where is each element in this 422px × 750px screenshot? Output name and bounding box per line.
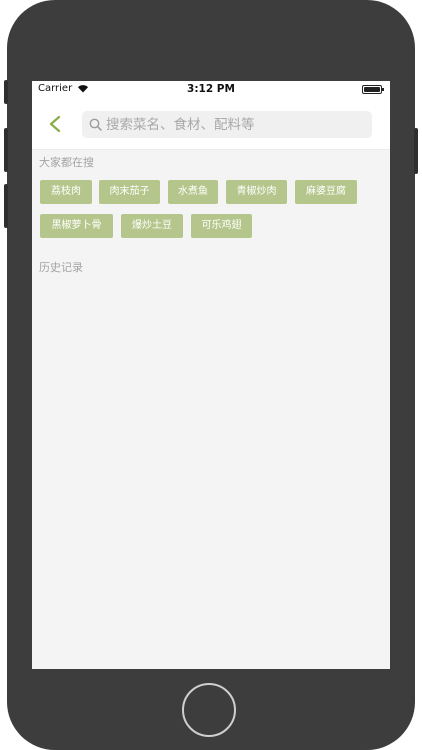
app-screen: Carrier 3:12 PM 大家都在搜 荔枝肉 肉末茄子 水煮鱼 青椒炒肉 … [32,81,390,669]
popular-tag[interactable]: 荔枝肉 [40,180,92,204]
popular-tag[interactable]: 可乐鸡翅 [191,214,252,238]
status-bar: Carrier 3:12 PM [32,81,390,99]
volume-down-button [4,184,8,228]
search-icon [89,118,102,131]
mute-switch [4,80,8,104]
chevron-left-icon[interactable] [46,114,64,134]
popular-tag[interactable]: 黑椒萝卜骨 [40,214,113,238]
search-bar[interactable] [82,111,372,138]
home-button[interactable] [182,683,236,737]
status-time: 3:12 PM [187,83,235,95]
popular-tag[interactable]: 水煮鱼 [168,180,218,204]
power-button [414,128,418,174]
volume-up-button [4,128,8,172]
popular-tag[interactable]: 青椒炒肉 [226,180,287,204]
popular-tag[interactable]: 肉末茄子 [99,180,160,204]
search-input[interactable] [106,114,361,135]
battery-icon [362,85,384,94]
popular-tag[interactable]: 爆炒土豆 [121,214,183,238]
history-title: 历史记录 [39,261,83,274]
popular-tag[interactable]: 麻婆豆腐 [295,180,357,204]
popular-searches-title: 大家都在搜 [39,156,94,169]
navigation-bar [32,99,390,150]
